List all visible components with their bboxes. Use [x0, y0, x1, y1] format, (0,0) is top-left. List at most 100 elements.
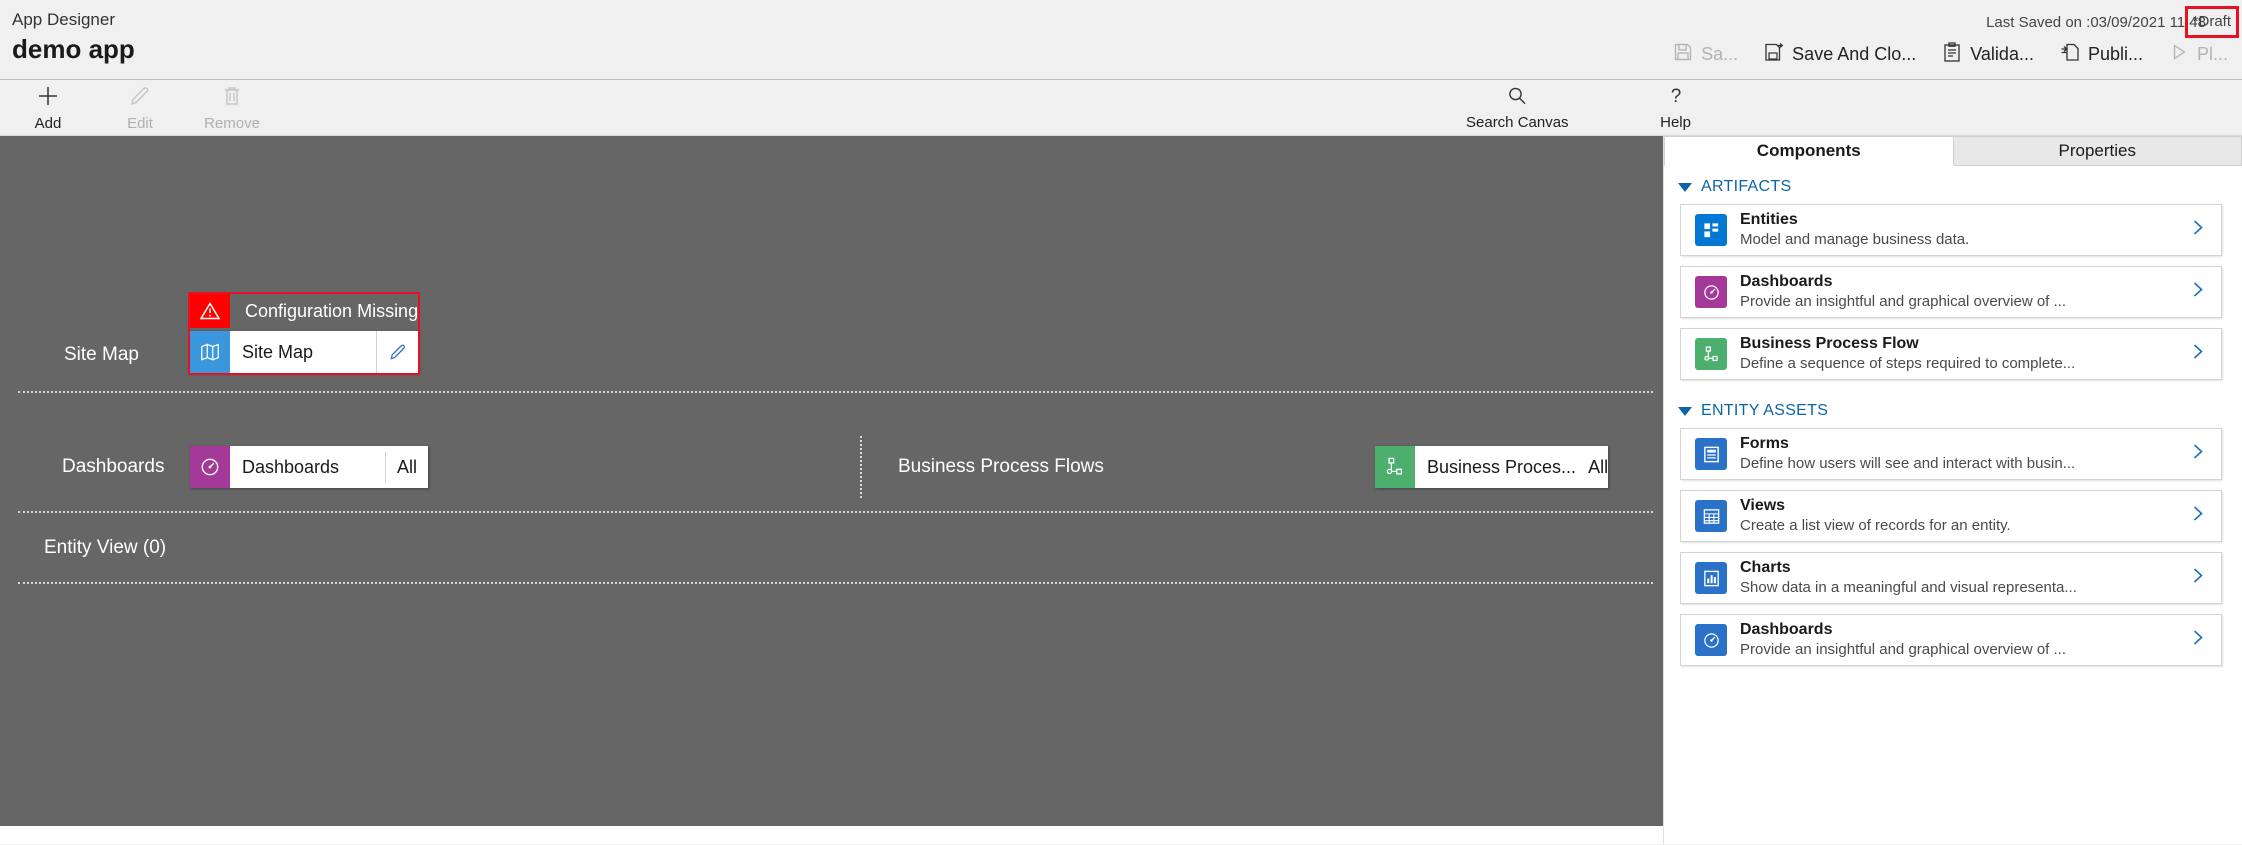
dashboard-icon	[190, 446, 230, 488]
help-label: Help	[1660, 114, 1691, 131]
group-header-artifacts[interactable]: ARTIFACTS	[1664, 166, 2242, 204]
views-icon	[1695, 500, 1727, 532]
sitemap-tile[interactable]: Site Map	[190, 331, 418, 373]
component-card-entities[interactable]: Entities Model and manage business data.	[1680, 204, 2222, 256]
chevron-right-icon	[2189, 343, 2207, 366]
chevron-right-icon	[2189, 281, 2207, 304]
main-area: Site Map Configuration Missing Site Map	[0, 136, 2242, 844]
save-icon	[1673, 42, 1693, 67]
component-card-business-process-flow[interactable]: Business Process Flow Define a sequence …	[1680, 328, 2222, 380]
chevron-down-icon	[1678, 406, 1692, 416]
publish-button[interactable]: Publi...	[2060, 42, 2143, 67]
validate-icon	[1942, 42, 1962, 67]
entities-icon	[1695, 214, 1727, 246]
card-desc: Define how users will see and interact w…	[1740, 455, 2076, 473]
validate-button[interactable]: Valida...	[1942, 42, 2034, 67]
tab-components-label: Components	[1756, 141, 1861, 160]
bpf-icon	[1695, 338, 1727, 370]
trash-icon	[220, 84, 244, 113]
card-title: Entities	[1740, 211, 1798, 229]
chevron-right-icon	[2189, 443, 2207, 466]
card-desc: Provide an insightful and graphical over…	[1740, 641, 2067, 659]
tab-components[interactable]: Components	[1664, 136, 1954, 166]
help-button[interactable]: ? Help	[1631, 80, 1721, 136]
publish-icon	[2060, 42, 2080, 67]
card-desc: Show data in a meaningful and visual rep…	[1740, 579, 2077, 597]
charts-icon	[1695, 562, 1727, 594]
app-designer-window: App Designer demo app Last Saved on :03/…	[0, 0, 2242, 845]
dashboards-tile-name: Dashboards	[242, 456, 340, 477]
card-title: Dashboards	[1740, 273, 1833, 291]
component-card-charts[interactable]: Charts Show data in a meaningful and vis…	[1680, 552, 2222, 604]
app-header: App Designer demo app Last Saved on :03/…	[0, 0, 2242, 80]
canvas-row-separator-3	[18, 582, 1653, 584]
sitemap-icon	[190, 331, 230, 373]
panel-body: ARTIFACTS Entities Model and manage busi…	[1664, 166, 2242, 844]
card-title: Charts	[1740, 559, 1791, 577]
play-label: Pl...	[2196, 44, 2228, 64]
component-card-forms[interactable]: Forms Define how users will see and inte…	[1680, 428, 2222, 480]
search-canvas-button[interactable]: Search Canvas	[1460, 80, 1575, 136]
forms-icon	[1695, 438, 1727, 470]
card-desc: Provide an insightful and graphical over…	[1740, 293, 2067, 311]
row-label-sitemap: Site Map	[64, 344, 139, 365]
question-icon: ?	[1665, 85, 1687, 112]
app-title: demo app	[12, 34, 135, 64]
configuration-missing-text: Configuration Missing	[245, 300, 419, 321]
right-panel: Components Properties ARTIFACTS Entities…	[1663, 136, 2242, 844]
chevron-down-icon	[1678, 182, 1692, 192]
remove-button-label: Remove	[204, 115, 260, 132]
play-button[interactable]: Pl...	[2169, 42, 2228, 67]
svg-text:?: ?	[1670, 86, 1681, 107]
group-header-entity-assets[interactable]: ENTITY ASSETS	[1664, 390, 2242, 428]
pencil-icon	[128, 84, 152, 113]
dashboard-icon	[1695, 276, 1727, 308]
card-title: Views	[1740, 497, 1786, 515]
row-label-entityview: Entity View (0)	[44, 537, 167, 558]
save-button[interactable]: Sa...	[1673, 42, 1738, 67]
search-icon	[1506, 85, 1528, 112]
panel-tabs: Components Properties	[1664, 136, 2242, 166]
command-bar: Add Edit Remove Search Canvas ? Help	[0, 80, 2242, 136]
dashboard-icon	[1695, 624, 1727, 656]
command-bar-right: Search Canvas ? Help	[1460, 80, 1721, 136]
canvas-row-separator-2	[18, 511, 1653, 513]
chevron-right-icon	[2189, 629, 2207, 652]
bpf-tile-name: Business Proces...	[1427, 456, 1577, 477]
sitemap-tile-name: Site Map	[242, 341, 314, 362]
dashboards-tile-all[interactable]: All	[386, 446, 428, 488]
canvas-bottom-strip	[0, 826, 1663, 844]
remove-button[interactable]: Remove	[198, 80, 266, 136]
card-desc: Model and manage business data.	[1740, 231, 1970, 249]
canvas-column-divider	[860, 436, 862, 498]
chevron-right-icon	[2189, 567, 2207, 590]
sitemap-edit-button[interactable]	[376, 331, 418, 373]
dashboards-tile[interactable]: Dashboards All	[190, 446, 428, 488]
design-canvas: Site Map Configuration Missing Site Map	[0, 136, 1663, 844]
edit-button[interactable]: Edit	[106, 80, 174, 136]
bpf-icon	[1375, 446, 1415, 488]
card-title: Business Process Flow	[1740, 335, 1919, 353]
business-process-flow-tile[interactable]: Business Proces... All	[1375, 446, 1608, 488]
tab-properties[interactable]: Properties	[1953, 136, 2242, 166]
command-bar-left: Add Edit Remove	[14, 80, 266, 136]
search-canvas-label: Search Canvas	[1466, 114, 1569, 131]
chevron-right-icon	[2189, 219, 2207, 242]
component-card-dashboards-entity[interactable]: Dashboards Provide an insightful and gra…	[1680, 614, 2222, 666]
validate-label: Valida...	[1970, 44, 2034, 64]
save-and-close-button[interactable]: Save And Clo...	[1764, 42, 1916, 67]
save-button-label: Sa...	[1701, 44, 1739, 64]
card-desc: Define a sequence of steps required to c…	[1740, 355, 2076, 373]
row-label-dashboards: Dashboards	[62, 456, 165, 477]
component-card-dashboards[interactable]: Dashboards Provide an insightful and gra…	[1680, 266, 2222, 318]
bpf-tile-all[interactable]: All	[1588, 446, 1608, 488]
row-label-bpf: Business Process Flows	[898, 456, 1104, 477]
play-icon	[2169, 42, 2189, 67]
add-button[interactable]: Add	[14, 80, 82, 136]
last-saved-text: Last Saved on :03/09/2021 11:48	[1986, 14, 2206, 31]
warning-icon	[190, 294, 230, 328]
app-designer-label: App Designer	[12, 10, 116, 29]
component-card-views[interactable]: Views Create a list view of records for …	[1680, 490, 2222, 542]
add-button-label: Add	[34, 115, 62, 132]
card-title: Forms	[1740, 435, 1789, 453]
